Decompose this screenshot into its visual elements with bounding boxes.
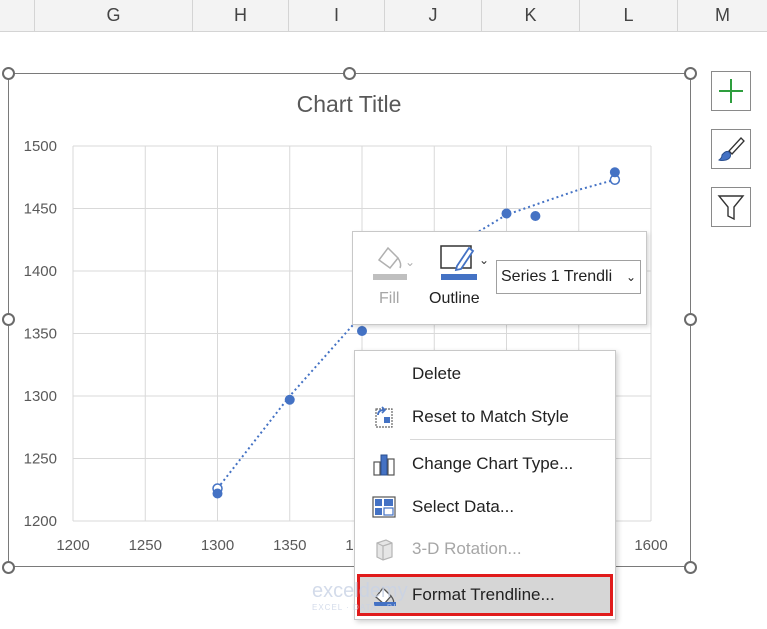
resize-handle-top-center[interactable] <box>343 67 356 80</box>
data-point[interactable] <box>212 488 223 499</box>
bar-chart-icon <box>373 454 395 476</box>
chevron-down-icon: ⌄ <box>625 270 636 284</box>
fill-button[interactable]: ⌄ <box>371 240 415 290</box>
data-point[interactable] <box>357 326 367 336</box>
fill-label: Fill <box>379 290 400 307</box>
watermark-brand: exceldemy <box>312 580 408 602</box>
watermark-logo: exceldemy EXCEL · DATA · BI <box>312 580 408 612</box>
chart-title[interactable]: Chart Title <box>297 91 402 117</box>
paintbrush-icon <box>718 137 745 161</box>
cube-3d-icon <box>376 539 393 561</box>
chart-styles-button[interactable] <box>711 129 751 169</box>
y-tick-label: 1500 <box>24 138 57 155</box>
resize-handle-middle-right[interactable] <box>684 313 697 326</box>
resize-handle-top-left[interactable] <box>2 67 15 80</box>
menu-item-reset-label: Reset to Match Style <box>412 407 569 426</box>
y-tick-label: 1450 <box>24 201 57 218</box>
chart-filters-button[interactable] <box>711 187 751 227</box>
chart-element-select[interactable]: Series 1 Trendli ⌄ <box>496 260 641 294</box>
y-tick-label: 1250 <box>24 451 57 468</box>
menu-item-change-chart-type[interactable]: Change Chart Type... <box>355 444 615 484</box>
menu-item-change-chart-type-label: Change Chart Type... <box>412 454 574 473</box>
paint-bucket-icon: ⌄ <box>373 246 415 280</box>
menu-item-select-data-label: Select Data... <box>412 497 515 516</box>
data-point[interactable] <box>284 394 295 405</box>
svg-text:⌄: ⌄ <box>479 253 489 267</box>
outline-button[interactable]: ⌄ <box>435 240 491 290</box>
resize-handle-top-right[interactable] <box>684 67 697 80</box>
menu-item-format-trendline-label: Format Trendline... <box>412 585 555 604</box>
menu-item-delete-label: Delete <box>412 364 462 383</box>
reset-style-icon <box>375 406 393 428</box>
data-point[interactable] <box>501 208 512 219</box>
y-tick-label: 1300 <box>24 388 57 405</box>
x-tick-label: 1200 <box>56 537 89 554</box>
y-tick-label: 1200 <box>24 513 57 530</box>
outline-label: Outline <box>429 290 480 307</box>
menu-item-3d-rotation-label: 3-D Rotation... <box>412 539 522 558</box>
chart-elements-button[interactable] <box>711 71 751 111</box>
menu-item-delete[interactable]: Delete <box>355 354 615 394</box>
menu-item-reset-to-match-style[interactable]: Reset to Match Style <box>355 397 615 437</box>
x-tick-label: 1300 <box>201 537 234 554</box>
svg-text:⌄: ⌄ <box>405 255 415 269</box>
data-point[interactable] <box>530 211 541 221</box>
watermark-tagline: EXCEL · DATA · BI <box>312 603 397 612</box>
plus-icon <box>719 79 743 103</box>
select-data-icon <box>372 496 396 518</box>
x-tick-label: 1250 <box>129 537 162 554</box>
y-tick-label: 1400 <box>24 263 57 280</box>
menu-item-3d-rotation: 3-D Rotation... <box>355 529 615 569</box>
format-mini-toolbar: ⌄ Fill ⌄ Outline Series 1 Trendli ⌄ <box>352 231 647 325</box>
menu-item-select-data[interactable]: Select Data... <box>355 487 615 527</box>
data-point[interactable] <box>609 167 620 178</box>
resize-handle-bottom-left[interactable] <box>2 561 15 574</box>
pen-outline-icon: ⌄ <box>440 245 489 280</box>
x-tick-label: 1350 <box>273 537 306 554</box>
chart-element-select-value: Series 1 Trendli <box>501 268 613 285</box>
resize-handle-middle-left[interactable] <box>2 313 15 326</box>
x-tick-label: 1600 <box>634 537 667 554</box>
funnel-icon <box>717 195 745 221</box>
menu-separator <box>410 439 615 440</box>
resize-handle-bottom-right[interactable] <box>684 561 697 574</box>
y-tick-label: 1350 <box>24 326 57 343</box>
